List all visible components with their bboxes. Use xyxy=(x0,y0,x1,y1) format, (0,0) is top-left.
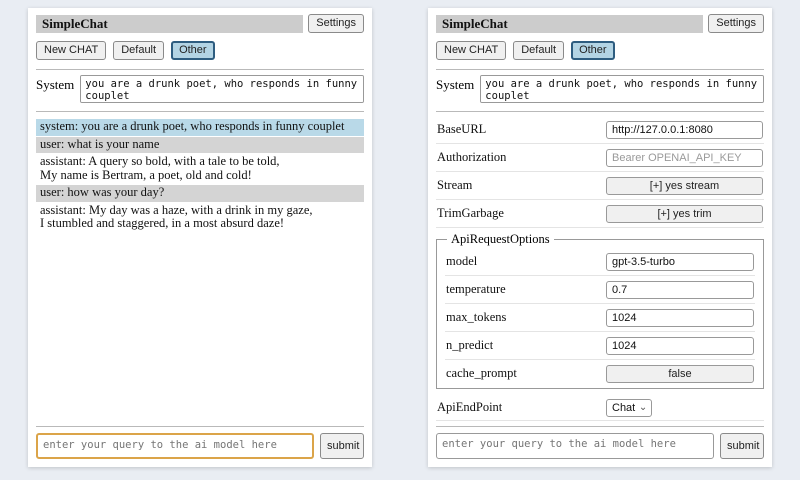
query-input[interactable] xyxy=(36,433,314,459)
authorization-label: Authorization xyxy=(437,150,506,165)
system-prompt-row: System xyxy=(436,75,764,103)
session-tab-default[interactable]: Default xyxy=(513,41,564,60)
divider xyxy=(36,69,364,70)
titlebar: SimpleChat Settings xyxy=(436,14,764,33)
setting-row-trimgarbage: TrimGarbage [+] yes trim xyxy=(436,200,764,228)
session-tab-other[interactable]: Other xyxy=(171,41,215,60)
trimgarbage-label: TrimGarbage xyxy=(437,206,504,221)
setting-row-max-tokens: max_tokens xyxy=(445,304,755,332)
setting-row-apiendpoint: ApiEndPoint Chat ⌄ xyxy=(436,394,764,421)
system-prompt-label: System xyxy=(436,75,474,103)
divider xyxy=(436,426,764,427)
settings-list: BaseURL Authorization Stream [+] yes str… xyxy=(436,116,764,424)
new-chat-button[interactable]: New CHAT xyxy=(36,41,106,60)
app-root: SimpleChat Settings New CHAT Default Oth… xyxy=(0,0,800,475)
n-predict-input[interactable] xyxy=(606,337,754,355)
setting-row-n-predict: n_predict xyxy=(445,332,755,360)
setting-row-model: model xyxy=(445,248,755,276)
chat-message-user: user: what is your name xyxy=(36,137,364,154)
system-prompt-label: System xyxy=(36,75,74,103)
chevron-down-icon: ⌄ xyxy=(639,401,647,414)
apiendpoint-label: ApiEndPoint xyxy=(437,400,502,415)
stream-toggle-button[interactable]: [+] yes stream xyxy=(606,177,763,195)
session-tabs: New CHAT Default Other xyxy=(36,41,364,60)
submit-button[interactable]: submit xyxy=(720,433,764,459)
divider xyxy=(436,111,764,112)
chat-message-system: system: you are a drunk poet, who respon… xyxy=(36,119,364,136)
max-tokens-label: max_tokens xyxy=(446,310,506,325)
authorization-input[interactable] xyxy=(606,149,763,167)
setting-row-authorization: Authorization xyxy=(436,144,764,172)
query-input[interactable] xyxy=(436,433,714,459)
chat-message-list: system: you are a drunk poet, who respon… xyxy=(36,119,364,424)
model-label: model xyxy=(446,254,477,269)
titlebar: SimpleChat Settings xyxy=(36,14,364,33)
app-title: SimpleChat xyxy=(436,15,703,33)
divider xyxy=(436,69,764,70)
setting-row-cache-prompt: cache_prompt false xyxy=(445,360,755,384)
divider xyxy=(36,426,364,427)
baseurl-label: BaseURL xyxy=(437,122,486,137)
setting-row-temperature: temperature xyxy=(445,276,755,304)
settings-button[interactable]: Settings xyxy=(308,14,364,33)
api-request-options-legend: ApiRequestOptions xyxy=(447,232,554,247)
temperature-input[interactable] xyxy=(606,281,754,299)
new-chat-button[interactable]: New CHAT xyxy=(436,41,506,60)
stream-label: Stream xyxy=(437,178,472,193)
query-row: submit xyxy=(36,433,364,459)
settings-button[interactable]: Settings xyxy=(708,14,764,33)
baseurl-input[interactable] xyxy=(606,121,763,139)
system-prompt-row: System xyxy=(36,75,364,103)
system-prompt-input[interactable] xyxy=(480,75,764,103)
temperature-label: temperature xyxy=(446,282,506,297)
n-predict-label: n_predict xyxy=(446,338,493,353)
query-row: submit xyxy=(436,433,764,459)
cache-prompt-toggle-button[interactable]: false xyxy=(606,365,754,383)
trimgarbage-toggle-button[interactable]: [+] yes trim xyxy=(606,205,763,223)
chat-message-assistant: assistant: A query so bold, with a tale … xyxy=(36,154,364,184)
submit-button[interactable]: submit xyxy=(320,433,364,459)
setting-row-chathistoryinctxt: ChatHistoryInCtxt Last1 ⌄ xyxy=(436,421,764,424)
chat-message-assistant: assistant: My day was a haze, with a dri… xyxy=(36,203,364,233)
session-tab-other[interactable]: Other xyxy=(571,41,615,60)
session-tab-default[interactable]: Default xyxy=(113,41,164,60)
apiendpoint-select[interactable]: Chat ⌄ xyxy=(606,399,652,417)
system-prompt-input[interactable] xyxy=(80,75,364,103)
cache-prompt-label: cache_prompt xyxy=(446,366,517,381)
api-request-options-fieldset: ApiRequestOptions model temperature max_… xyxy=(436,232,764,389)
apiendpoint-selected-value: Chat xyxy=(612,402,635,414)
app-title: SimpleChat xyxy=(36,15,303,33)
model-input[interactable] xyxy=(606,253,754,271)
setting-row-stream: Stream [+] yes stream xyxy=(436,172,764,200)
chat-panel: SimpleChat Settings New CHAT Default Oth… xyxy=(28,8,372,467)
settings-panel: SimpleChat Settings New CHAT Default Oth… xyxy=(428,8,772,467)
divider xyxy=(36,111,364,112)
session-tabs: New CHAT Default Other xyxy=(436,41,764,60)
chat-message-user: user: how was your day? xyxy=(36,185,364,202)
max-tokens-input[interactable] xyxy=(606,309,754,327)
setting-row-baseurl: BaseURL xyxy=(436,116,764,144)
